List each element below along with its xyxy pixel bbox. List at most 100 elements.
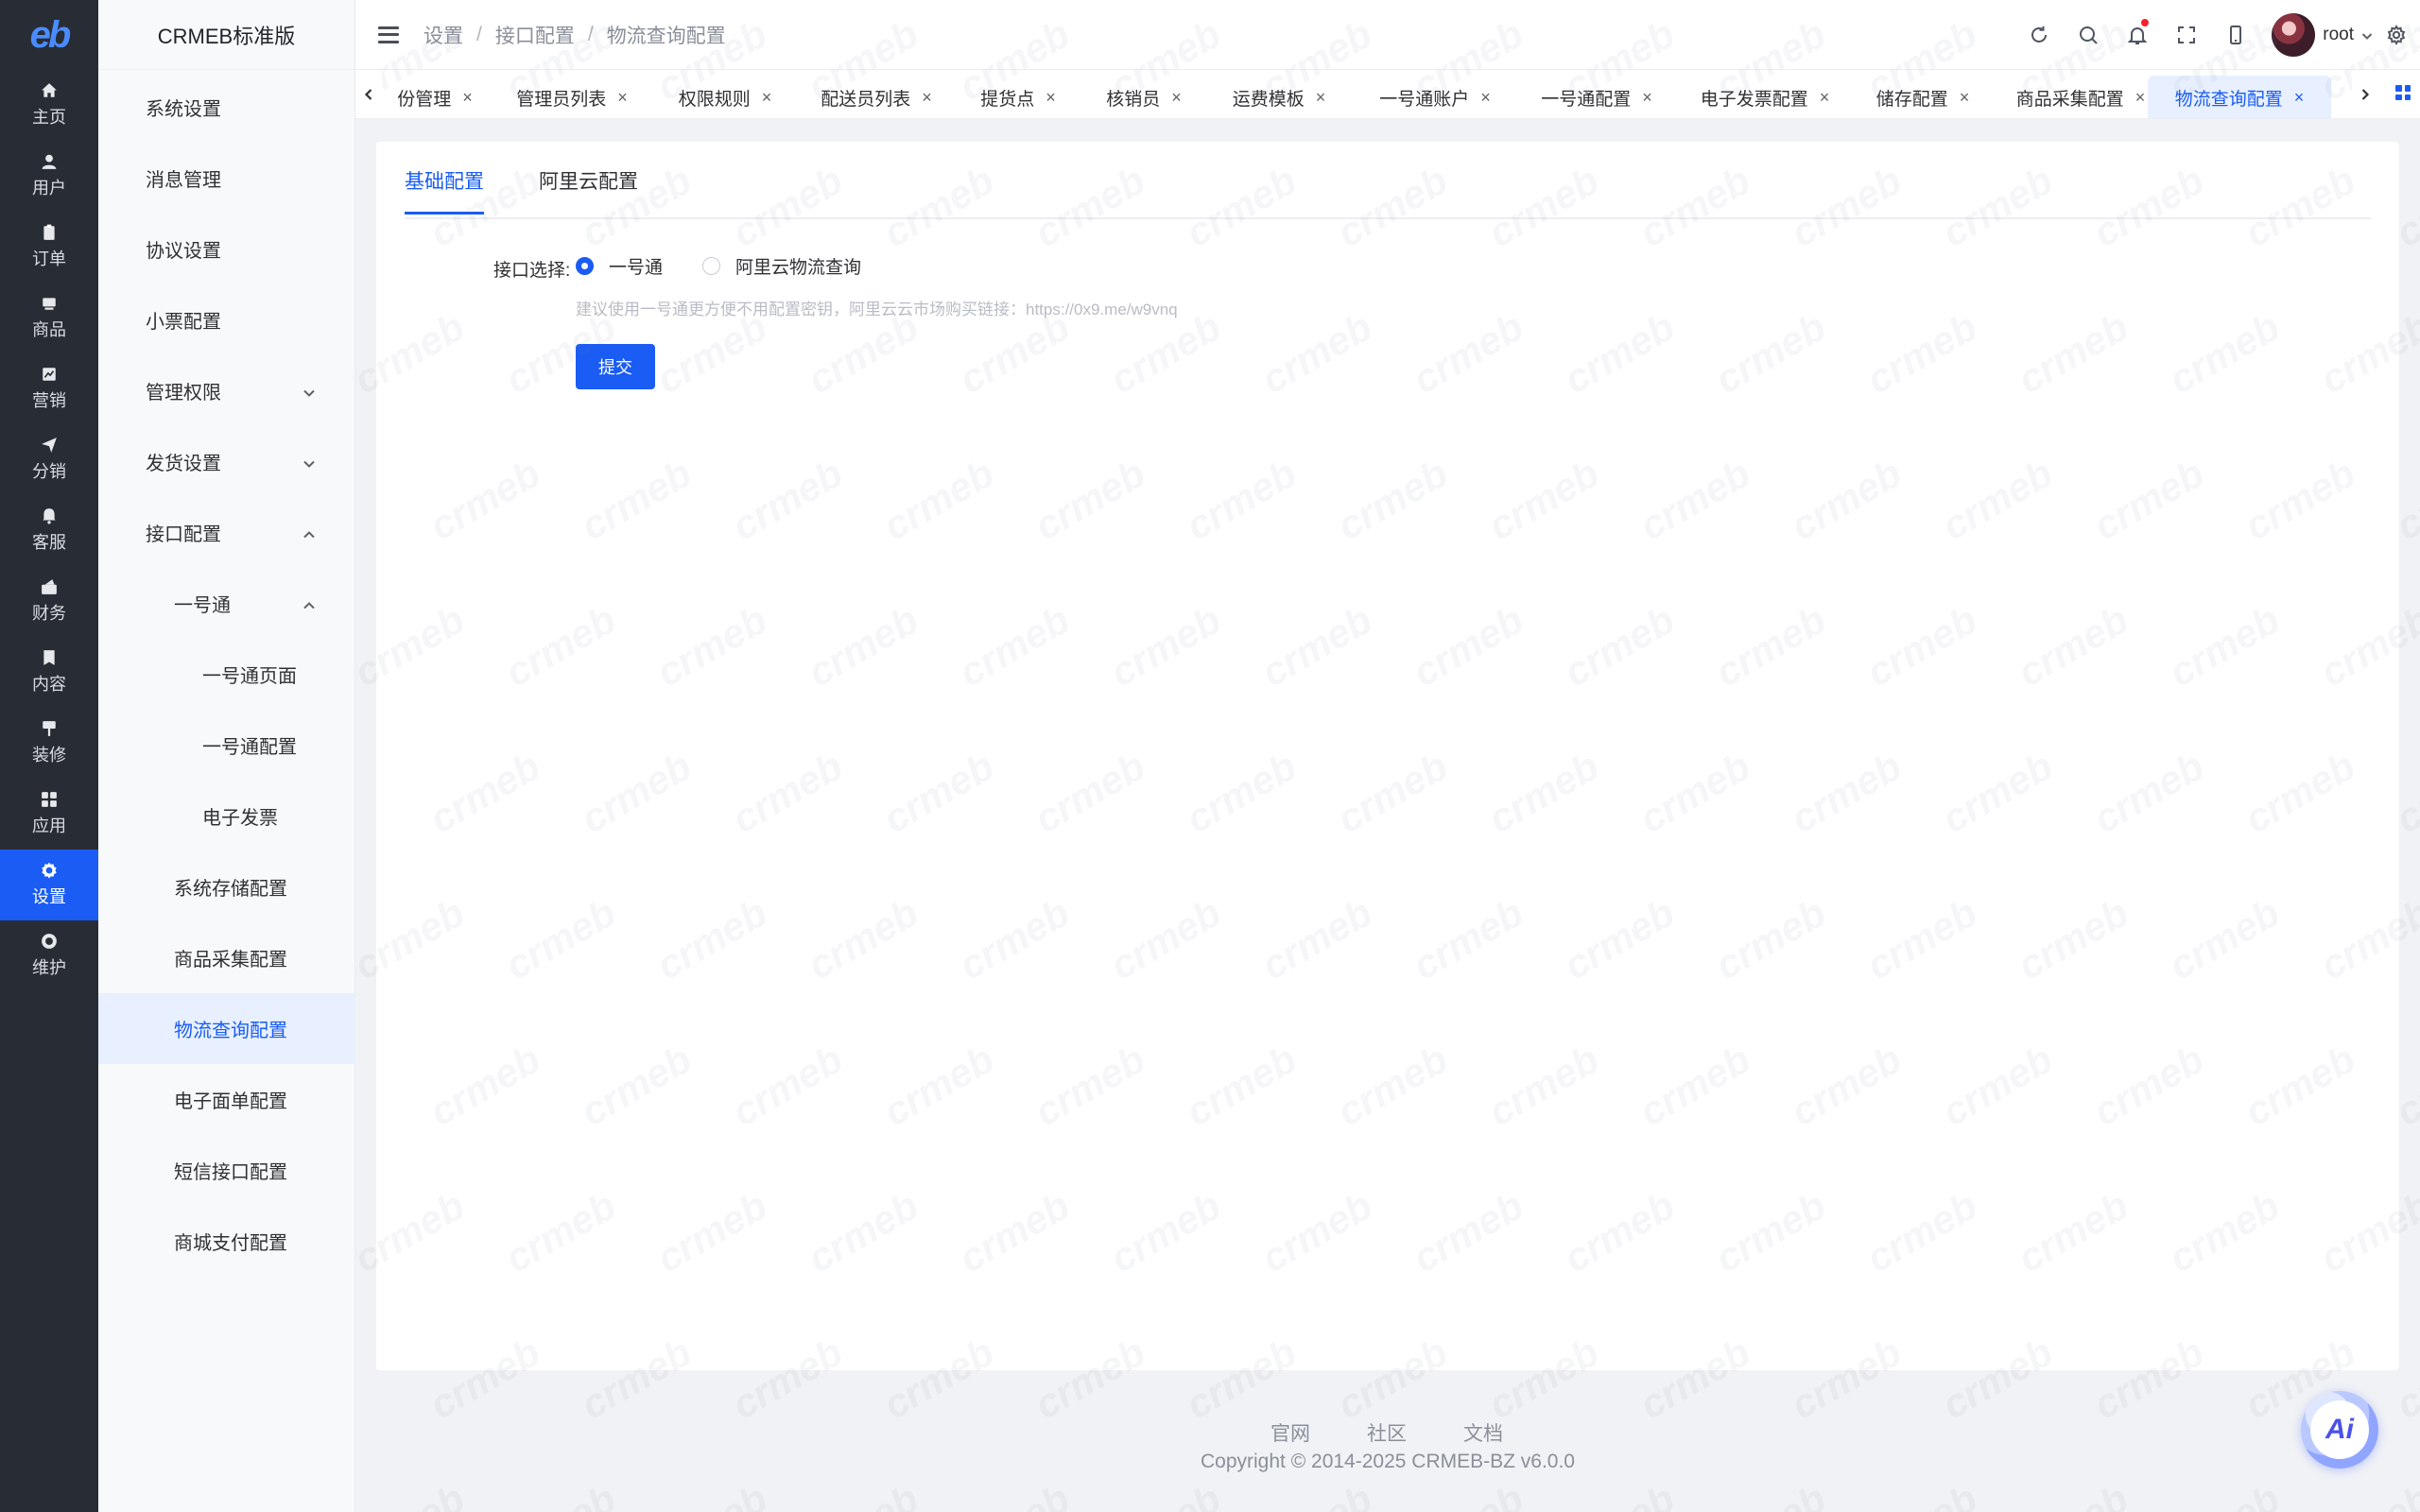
sidebar-item-yihaotong-page[interactable]: 一号通页面 [98, 639, 355, 710]
close-icon[interactable]: × [1316, 88, 1326, 108]
sidebar-item-product-collection-config[interactable]: 商品采集配置 [98, 922, 355, 993]
close-icon[interactable]: × [1820, 88, 1830, 108]
watermark-text: crmeb [1405, 1476, 1530, 1512]
radio-circle [576, 257, 594, 275]
sidebar-item-label: 物流查询配置 [174, 1021, 287, 1041]
close-icon[interactable]: × [2294, 88, 2305, 108]
app-logo[interactable]: eb [0, 0, 98, 70]
submit-button[interactable]: 提交 [576, 344, 655, 389]
watermark-text: crmeb [951, 1476, 1077, 1512]
fullscreen-icon[interactable] [2162, 0, 2211, 70]
watermark-text: crmeb [1253, 1476, 1379, 1512]
rail-item-distribution[interactable]: 分销 [0, 424, 98, 495]
notification-bell-icon[interactable] [2113, 0, 2162, 70]
sidebar-item-label: 系统存储配置 [174, 879, 287, 900]
tab-courier-list[interactable]: 配送员列表 × [800, 76, 953, 118]
close-icon[interactable]: × [1171, 88, 1182, 108]
sidebar-item-interface-config[interactable]: 接口配置 [98, 497, 355, 568]
rail-item-content[interactable]: 内容 [0, 637, 98, 708]
search-icon[interactable] [2064, 0, 2113, 70]
sidebar-item-shipping-settings[interactable]: 发货设置 [98, 426, 355, 497]
tab-admin-list[interactable]: 管理员列表 × [495, 76, 648, 118]
tab-yihaotong-account[interactable]: 一号通账户 × [1354, 76, 1516, 118]
footer-link-community[interactable]: 社区 [1367, 1418, 1407, 1447]
close-icon[interactable]: × [1960, 88, 1970, 108]
tab-aliyun-config[interactable]: 阿里云配置 [539, 166, 638, 212]
order-icon [39, 224, 60, 241]
tabs-scroll-left-icon[interactable] [355, 70, 382, 118]
tab-verifier[interactable]: 核销员 × [1083, 76, 1204, 118]
sidebar-item-receipt-config[interactable]: 小票配置 [98, 284, 355, 355]
tab-logistics-query-config[interactable]: 物流查询配置 × [2148, 76, 2331, 118]
tab-label: 一号通配置 [1541, 89, 1632, 110]
breadcrumb-item[interactable]: 设置 [424, 21, 463, 49]
rail-item-finance[interactable]: 财务 [0, 566, 98, 637]
sidebar-item-sms-config[interactable]: 短信接口配置 [98, 1135, 355, 1206]
sidebar-item-logistics-query-config[interactable]: 物流查询配置 [98, 993, 355, 1064]
tab-yihaotong-config[interactable]: 一号通配置 × [1520, 76, 1673, 118]
tab-product-collection-config[interactable]: 商品采集配置 × [1993, 76, 2169, 118]
gear-icon[interactable] [2373, 0, 2420, 70]
tabs-scroll-right-icon[interactable] [2352, 70, 2378, 118]
sidebar-item-agreement-settings[interactable]: 协议设置 [98, 214, 355, 284]
interface-hint: 建议使用一号通更方便不用配置密钥，阿里云云市场购买链接：https://0x9.… [576, 301, 1178, 318]
rail-item-decoration[interactable]: 装修 [0, 708, 98, 779]
close-icon[interactable]: × [922, 88, 932, 108]
finance-icon [39, 578, 60, 595]
rail-item-order[interactable]: 订单 [0, 212, 98, 283]
sidebar-item-permission-management[interactable]: 管理权限 [98, 355, 355, 426]
tab-e-invoice-config[interactable]: 电子发票配置 × [1677, 76, 1853, 118]
tab-identity-management[interactable]: 份管理 × [378, 76, 492, 118]
breadcrumb-separator: / [476, 23, 482, 45]
close-icon[interactable]: × [462, 88, 473, 108]
chevron-up-icon [302, 596, 316, 610]
ai-assistant-button[interactable]: Ai [2301, 1391, 2378, 1469]
rail-item-product[interactable]: 商品 [0, 283, 98, 353]
breadcrumb-item[interactable]: 接口配置 [495, 21, 575, 49]
close-icon[interactable]: × [1046, 88, 1056, 108]
rail-item-settings[interactable]: 设置 [0, 850, 98, 920]
tab-pickup-point[interactable]: 提货点 × [957, 76, 1080, 118]
tab-basic-config[interactable]: 基础配置 [405, 166, 484, 215]
close-icon[interactable]: × [2135, 88, 2146, 108]
mobile-preview-icon[interactable] [2211, 0, 2260, 70]
close-icon[interactable]: × [617, 88, 628, 108]
tabs-menu-grid-icon[interactable] [2395, 85, 2411, 100]
rail-item-marketing[interactable]: 营销 [0, 353, 98, 424]
header-actions: root [2014, 0, 2420, 70]
user-name[interactable]: root [2323, 25, 2354, 45]
avatar[interactable] [2272, 13, 2316, 57]
sidebar-item-system-settings[interactable]: 系统设置 [98, 72, 355, 143]
close-icon[interactable]: × [1480, 88, 1491, 108]
tab-storage-config[interactable]: 储存配置 × [1857, 76, 1989, 118]
rail-label: 内容 [32, 675, 66, 694]
tab-permission-rules[interactable]: 权限规则 × [654, 76, 796, 118]
sidebar-item-electronic-waybill-config[interactable]: 电子面单配置 [98, 1064, 355, 1135]
radio-aliyun-logistics[interactable]: 阿里云物流查询 [702, 253, 861, 279]
tab-shipping-template[interactable]: 运费模板 × [1208, 76, 1350, 118]
sidebar-item-message-management[interactable]: 消息管理 [98, 143, 355, 214]
menu-toggle-icon[interactable] [378, 26, 399, 43]
sidebar-item-yihaotong[interactable]: 一号通 [98, 568, 355, 639]
sidebar-item-label: 电子面单配置 [174, 1091, 287, 1112]
decoration-icon [39, 720, 60, 737]
chevron-down-icon[interactable] [2361, 29, 2373, 41]
rail-item-user[interactable]: 用户 [0, 141, 98, 212]
sidebar-item-payment-config[interactable]: 商城支付配置 [98, 1206, 355, 1277]
rail-item-maintenance[interactable]: 维护 [0, 920, 98, 991]
footer-link-docs[interactable]: 文档 [1463, 1418, 1503, 1447]
tab-label: 配送员列表 [821, 89, 911, 110]
rail-item-apps[interactable]: 应用 [0, 779, 98, 850]
refresh-icon[interactable] [2014, 0, 2064, 70]
rail-item-service[interactable]: 客服 [0, 495, 98, 566]
sidebar-item-e-invoice[interactable]: 电子发票 [98, 781, 355, 851]
copyright: Copyright © 2014-2025 CRMEB-BZ v6.0.0 [1201, 1451, 1575, 1472]
close-icon[interactable]: × [1642, 88, 1652, 108]
radio-yihaotong[interactable]: 一号通 [576, 253, 663, 279]
sidebar-item-storage-config[interactable]: 系统存储配置 [98, 851, 355, 922]
footer-link-official[interactable]: 官网 [1270, 1418, 1310, 1447]
radio-label: 阿里云物流查询 [735, 258, 862, 278]
sidebar-item-yihaotong-config[interactable]: 一号通配置 [98, 710, 355, 781]
close-icon[interactable]: × [762, 88, 772, 108]
rail-item-home[interactable]: 主页 [0, 70, 98, 141]
